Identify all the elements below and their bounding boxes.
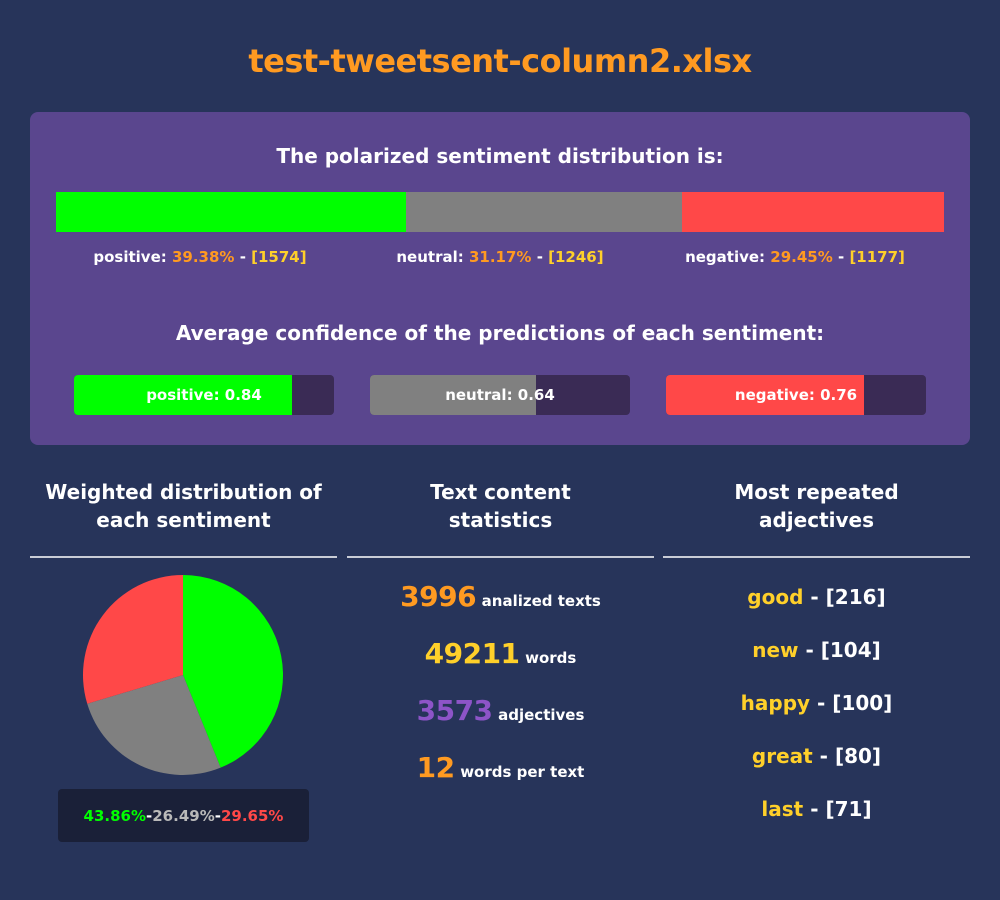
positive-confidence-label: positive: 0.84: [146, 386, 262, 404]
polarized-distribution-bar: [56, 192, 944, 232]
positive-weighted-percent: 43.86%: [83, 806, 147, 825]
neutral-confidence-bar: neutral: 0.64: [370, 375, 630, 415]
sentiment-name: positive:: [93, 248, 167, 266]
separator: -: [803, 797, 826, 821]
sentiment-count: [1177]: [849, 248, 905, 266]
separator: -: [832, 248, 850, 266]
negative-confidence-label: negative: 0.76: [734, 386, 858, 404]
stat-words: 49211 words: [347, 637, 654, 670]
sentiment-percent: 31.17%: [468, 248, 532, 266]
adjective-item: happy - [100]: [663, 691, 970, 715]
stat-value: 12: [416, 751, 455, 784]
adjective-count: [80]: [834, 744, 882, 768]
weighted-percent-box: 43.86% - 26.49% - 29.65%: [58, 789, 309, 842]
weighted-distribution-heading: Weighted distribution of each sentiment: [30, 478, 337, 534]
stat-label: adjectives: [498, 706, 585, 724]
stat-words-per-text: 12 words per text: [347, 751, 654, 784]
stat-analized-texts: 3996 analized texts: [347, 580, 654, 613]
adjective-word: happy: [740, 691, 811, 715]
sentiment-count: [1246]: [548, 248, 604, 266]
adjective-count: [71]: [825, 797, 872, 821]
adjective-count: [100]: [832, 691, 893, 715]
sentiment-name: negative:: [685, 248, 766, 266]
weighted-divider: [30, 556, 337, 558]
separator: -: [234, 248, 252, 266]
separator: -: [803, 585, 826, 609]
separator: -: [531, 248, 549, 266]
sentiment-name: neutral:: [396, 248, 464, 266]
adjective-item: new - [104]: [663, 638, 970, 662]
adjective-count: [216]: [825, 585, 886, 609]
adjective-word: last: [761, 797, 804, 821]
adjective-item: great - [80]: [663, 744, 970, 768]
adjective-word: good: [747, 585, 804, 609]
adjective-count: [104]: [820, 638, 881, 662]
stat-value: 3573: [416, 694, 493, 727]
separator: -: [810, 691, 833, 715]
stat-adjectives: 3573 adjectives: [347, 694, 654, 727]
adjective-item: last - [71]: [663, 797, 970, 821]
pie-svg: [83, 575, 283, 775]
negative-bar-segment: [682, 192, 944, 232]
positive-distribution-label: positive: 39.38% - [1574]: [70, 248, 330, 266]
heading-line: adjectives: [758, 508, 874, 532]
heading-line: Text content: [430, 480, 571, 504]
sentiment-count: [1574]: [251, 248, 307, 266]
stat-label: analized texts: [481, 592, 601, 610]
sentiment-percent: 29.45%: [770, 248, 833, 266]
heading-line: each sentiment: [96, 508, 271, 532]
neutral-weighted-percent: 26.49%: [152, 806, 215, 825]
stats-divider: [347, 556, 654, 558]
page-title: test-tweetsent-column2.xlsx: [248, 42, 752, 80]
positive-bar-segment: [56, 192, 406, 232]
heading-line: statistics: [448, 508, 553, 532]
sentiment-panel: The polarized sentiment distribution is:…: [30, 112, 970, 445]
neutral-confidence-label: neutral: 0.64: [445, 386, 555, 404]
separator: -: [812, 744, 835, 768]
separator: -: [798, 638, 821, 662]
adjectives-heading: Most repeated adjectives: [663, 478, 970, 534]
heading-line: Weighted distribution of: [45, 480, 322, 504]
neutral-bar-segment: [405, 192, 683, 232]
confidence-heading: Average confidence of the predictions of…: [175, 321, 825, 345]
adjective-word: great: [751, 744, 813, 768]
adjective-word: new: [752, 638, 799, 662]
stat-label: words: [525, 649, 577, 667]
positive-confidence-bar: positive: 0.84: [74, 375, 334, 415]
neutral-distribution-label: neutral: 31.17% - [1246]: [370, 248, 630, 266]
negative-distribution-label: negative: 29.45% - [1177]: [665, 248, 925, 266]
polarized-heading: The polarized sentiment distribution is:: [276, 144, 724, 168]
adjective-item: good - [216]: [663, 585, 970, 609]
stat-label: words per text: [460, 763, 585, 781]
weighted-pie-chart: [80, 572, 286, 778]
adjectives-divider: [663, 556, 970, 558]
stat-value: 49211: [424, 637, 520, 670]
negative-confidence-bar: negative: 0.76: [666, 375, 926, 415]
heading-line: Most repeated: [734, 480, 899, 504]
negative-weighted-percent: 29.65%: [220, 806, 284, 825]
stat-value: 3996: [400, 580, 477, 613]
sentiment-percent: 39.38%: [171, 248, 235, 266]
text-statistics-heading: Text content statistics: [347, 478, 654, 534]
